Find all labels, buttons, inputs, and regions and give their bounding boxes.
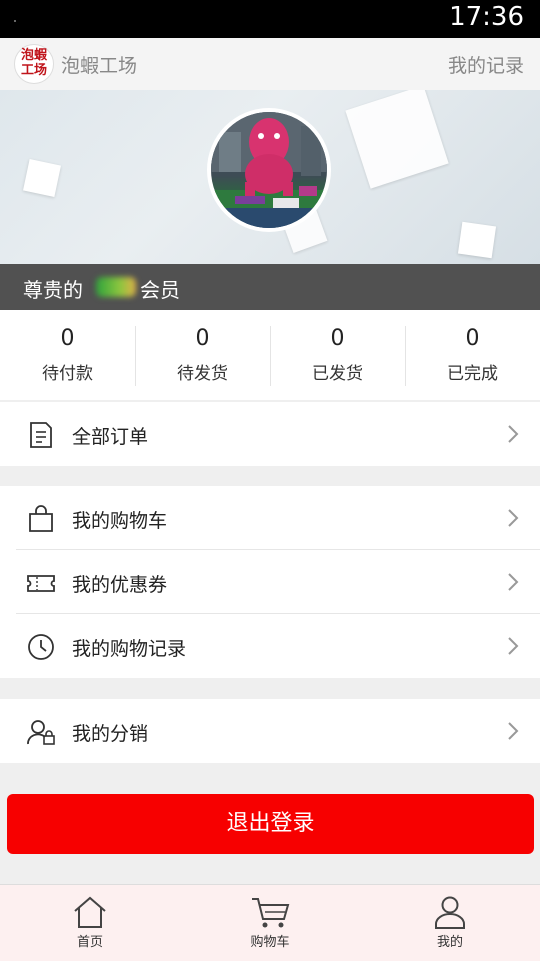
my-coupons-label: 我的优惠券	[72, 574, 168, 596]
avatar[interactable]	[207, 108, 331, 232]
member-prefix: 尊贵的	[23, 278, 83, 302]
status-pending-shipment[interactable]: 0 待发货	[135, 310, 270, 400]
tab-home[interactable]: 首页	[0, 885, 180, 961]
count-label: 待发货	[177, 364, 228, 384]
status-bar: 17:36	[0, 0, 540, 38]
chevron-right-icon	[508, 425, 519, 443]
purchase-history-row[interactable]: 我的购物记录	[0, 614, 540, 678]
tab-label: 购物车	[250, 935, 290, 950]
logo-text-top: 泡蝦	[20, 48, 47, 63]
bottom-tab-bar: 首页 购物车 我的	[0, 884, 540, 961]
home-icon	[74, 896, 106, 928]
order-status-summary: 0 待付款 0 待发货 0 已发货 0 已完成	[0, 310, 540, 400]
shopping-bag-icon	[29, 505, 53, 532]
count-value: 0	[330, 326, 345, 351]
banner-decoration	[23, 159, 61, 197]
ticket-icon	[27, 575, 55, 592]
all-orders-row[interactable]: 全部订单	[0, 402, 540, 466]
my-records-link[interactable]: 我的记录	[448, 51, 524, 78]
status-time: 17:36	[449, 2, 524, 32]
chevron-right-icon	[508, 637, 519, 655]
status-shipped[interactable]: 0 已发货	[270, 310, 405, 400]
chevron-right-icon	[508, 722, 519, 740]
count-value: 0	[60, 326, 75, 351]
shopping-section: 我的购物车 我的优惠券 我的购物记录	[0, 486, 540, 678]
app-logo: 泡蝦 工场	[14, 44, 54, 84]
header-bar: 泡蝦 工场 泡蝦工场 我的记录	[0, 38, 540, 90]
chevron-right-icon	[508, 509, 519, 527]
my-cart-label: 我的购物车	[72, 510, 168, 532]
avatar-image	[211, 112, 327, 228]
user-icon	[435, 896, 465, 929]
my-coupons-row[interactable]: 我的优惠券	[0, 550, 540, 614]
banner-decoration	[345, 90, 449, 189]
my-distribution-row[interactable]: 我的分销	[0, 699, 540, 763]
member-suffix: 会员	[140, 278, 180, 302]
my-distribution-label: 我的分销	[72, 723, 149, 745]
user-lock-icon	[27, 720, 55, 745]
tab-label: 我的	[436, 935, 463, 950]
tab-label: 首页	[76, 935, 103, 950]
tab-mine[interactable]: 我的	[360, 885, 540, 961]
banner-decoration	[457, 221, 497, 259]
logo-text-bottom: 工场	[20, 63, 47, 78]
document-icon	[30, 422, 52, 448]
status-pending-payment[interactable]: 0 待付款	[0, 310, 135, 400]
cart-icon	[252, 898, 290, 928]
count-value: 0	[465, 326, 480, 351]
all-orders-label: 全部订单	[72, 426, 149, 448]
clock-icon	[28, 634, 54, 660]
tab-cart[interactable]: 购物车	[180, 885, 360, 961]
member-bar: 尊贵的 会员	[0, 264, 540, 310]
status-completed[interactable]: 0 已完成	[405, 310, 540, 400]
logout-button[interactable]: 退出登录	[7, 794, 534, 854]
count-label: 已完成	[447, 364, 498, 384]
status-indicator	[14, 20, 16, 22]
member-name-obscured	[96, 277, 136, 297]
count-value: 0	[195, 326, 210, 351]
my-cart-row[interactable]: 我的购物车	[0, 486, 540, 550]
chevron-right-icon	[508, 573, 519, 591]
orders-section: 全部订单	[0, 402, 540, 466]
count-label: 已发货	[312, 364, 363, 384]
count-label: 待付款	[42, 364, 93, 384]
distribution-section: 我的分销	[0, 699, 540, 763]
app-name: 泡蝦工场	[61, 55, 138, 77]
purchase-history-label: 我的购物记录	[72, 638, 187, 660]
avatar-photo-icon	[211, 112, 327, 228]
